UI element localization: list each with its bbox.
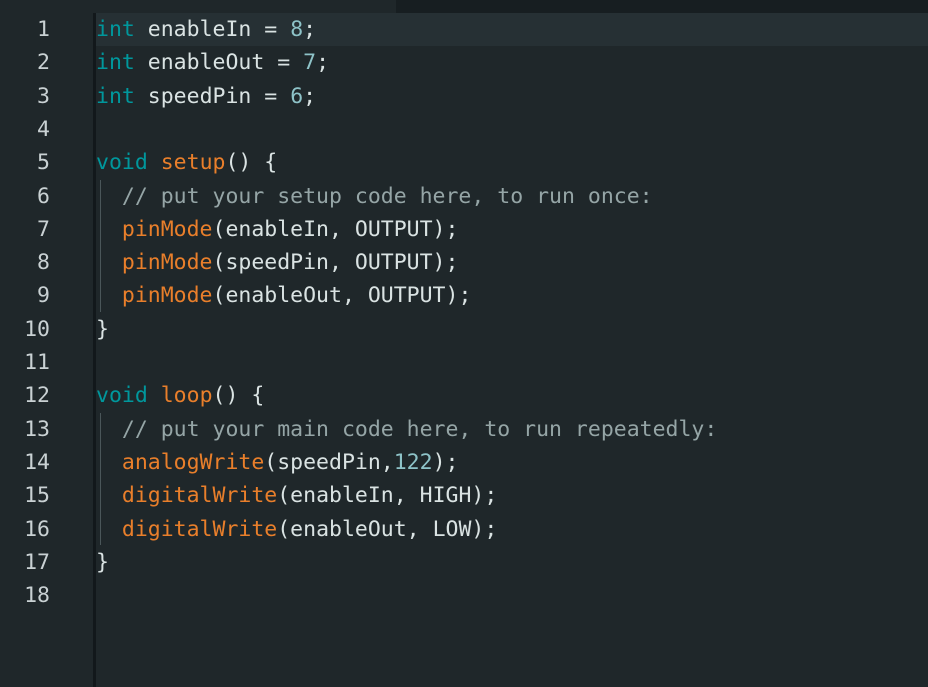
code-token: 8 <box>290 17 304 42</box>
code-token: speedPin = <box>134 83 291 109</box>
code-line[interactable]: // put your main code here, to run repea… <box>96 413 717 446</box>
code-line[interactable]: pinMode(speedPin, OUTPUT); <box>96 246 459 279</box>
code-line[interactable]: digitalWrite(enableOut, LOW); <box>96 513 497 546</box>
code-token: 6 <box>290 83 304 109</box>
line-number: 8 <box>37 250 50 276</box>
code-line[interactable]: analogWrite(speedPin,122); <box>96 446 459 479</box>
code-line[interactable]: int speedPin = 6; <box>96 80 316 113</box>
code-token: pinMode <box>121 283 213 309</box>
code-token: (speedPin, <box>264 449 394 475</box>
code-token: loop <box>160 383 213 409</box>
code-token: } <box>96 549 109 575</box>
line-number: 11 <box>24 350 50 375</box>
code-token: // put your main code here, to run repea… <box>121 416 718 442</box>
code-line[interactable]: } <box>96 313 109 346</box>
code-token: ; <box>303 17 317 42</box>
gutter-divider <box>93 13 96 687</box>
code-token: int <box>96 17 135 42</box>
code-token: analogWrite <box>121 449 265 475</box>
code-token: (enableIn, OUTPUT); <box>212 216 459 242</box>
line-number: 16 <box>24 516 50 542</box>
line-number: 10 <box>24 316 50 342</box>
code-token: setup <box>160 150 226 176</box>
line-number: 5 <box>37 150 50 176</box>
code-token: digitalWrite <box>121 483 278 509</box>
code-token: enableIn = <box>134 17 291 42</box>
code-token: (enableOut, OUTPUT); <box>212 283 472 309</box>
code-token: 122 <box>393 449 433 475</box>
code-token: ); <box>432 449 459 475</box>
line-number: 4 <box>37 116 50 142</box>
code-token: 7 <box>303 50 317 76</box>
code-line[interactable]: void setup() { <box>96 146 277 179</box>
line-number: 18 <box>24 583 50 609</box>
line-number: 3 <box>37 83 50 109</box>
code-line[interactable]: pinMode(enableOut, OUTPUT); <box>96 279 472 312</box>
code-token: () { <box>212 383 265 409</box>
code-token: ; <box>316 50 330 76</box>
line-number: 7 <box>37 216 50 242</box>
code-token: pinMode <box>121 216 213 242</box>
code-token: void <box>96 150 148 176</box>
line-number: 17 <box>24 549 50 575</box>
line-number: 12 <box>24 383 50 409</box>
line-number: 15 <box>24 483 50 509</box>
code-line[interactable]: digitalWrite(enableIn, HIGH); <box>96 479 497 512</box>
code-token: int <box>96 50 135 76</box>
editor-top-bar <box>396 0 928 13</box>
code-token: enableOut = <box>134 50 304 76</box>
code-token: (enableOut, LOW); <box>277 516 498 542</box>
code-token: (enableIn, HIGH); <box>277 483 498 509</box>
code-token: int <box>96 83 135 109</box>
line-number: 2 <box>37 50 50 76</box>
code-line[interactable]: int enableOut = 7; <box>96 46 329 79</box>
code-token: () { <box>225 150 278 176</box>
code-editor[interactable]: 1 2 3 4 5 6 7 8 9 10 11 12 13 14 15 16 17 18 int enableIn… <box>0 0 928 687</box>
line-number: 9 <box>37 283 50 309</box>
code-token: } <box>96 316 109 342</box>
line-number: 6 <box>37 183 50 209</box>
line-number: 1 <box>37 17 50 42</box>
code-token: // put your setup code here, to run once… <box>121 183 653 209</box>
code-line[interactable]: int enableIn = 8; <box>96 13 316 46</box>
code-token: void <box>96 383 148 409</box>
code-token: ; <box>303 83 317 109</box>
code-line[interactable]: // put your setup code here, to run once… <box>96 180 653 213</box>
code-token: (speedPin, OUTPUT); <box>212 250 459 276</box>
code-token: digitalWrite <box>121 516 278 542</box>
code-line[interactable]: } <box>96 546 109 579</box>
code-token: pinMode <box>121 250 213 276</box>
line-number: 13 <box>24 416 50 442</box>
line-number: 14 <box>24 449 50 475</box>
line-number-gutter: 1 2 3 4 5 6 7 8 9 10 11 12 13 14 15 16 17 18 <box>0 0 94 687</box>
code-line[interactable]: pinMode(enableIn, OUTPUT); <box>96 213 459 246</box>
code-line[interactable]: void loop() { <box>96 379 264 412</box>
